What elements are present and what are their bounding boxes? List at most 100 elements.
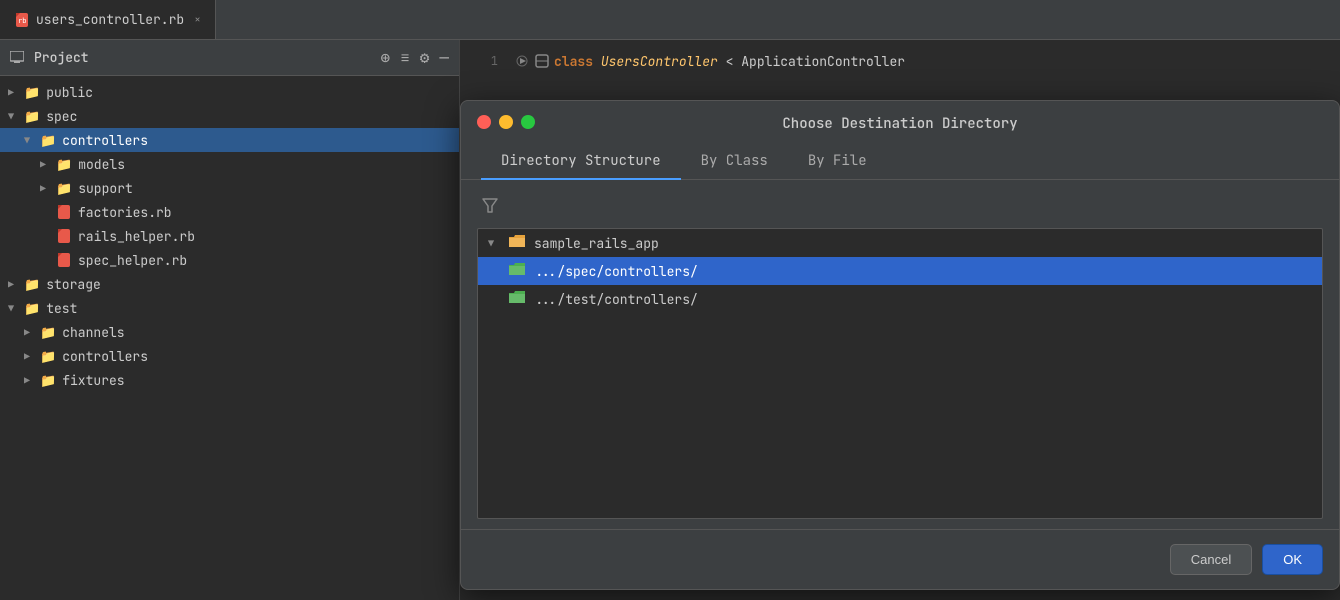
dialog-tree-item-spec-controllers[interactable]: .../spec/controllers/ [478, 257, 1322, 285]
folder-icon: 📁 [56, 180, 72, 197]
tree-item-factories[interactable]: factories.rb [0, 200, 459, 224]
file-tree: ▶ 📁 public ▼ 📁 spec ▼ 📁 controllers [0, 76, 459, 600]
sidebar: Project ⊕ ≡ ⚙ — ▶ 📁 public ▼ [0, 40, 460, 600]
choose-destination-dialog: Choose Destination Directory Directory S… [460, 100, 1340, 590]
folder-icon: 📁 [24, 300, 40, 317]
close-window-button[interactable] [477, 115, 491, 129]
code-line-1: 1 class UsersController < ApplicationCon… [460, 48, 1340, 74]
root-folder-label: sample_rails_app [534, 235, 659, 252]
tree-item-models[interactable]: ▶ 📁 models [0, 152, 459, 176]
sidebar-header: Project ⊕ ≡ ⚙ — [0, 40, 459, 76]
tree-item-label: rails_helper.rb [78, 228, 195, 245]
tree-item-storage[interactable]: ▶ 📁 storage [0, 272, 459, 296]
sidebar-title: Project [34, 49, 89, 66]
tree-item-label: models [78, 156, 125, 173]
arrow-icon: ▼ [8, 302, 24, 315]
tree-item-spec-helper[interactable]: spec_helper.rb [0, 248, 459, 272]
minimize-window-button[interactable] [499, 115, 513, 129]
ruby-icon [56, 204, 72, 220]
tree-item-rails-helper[interactable]: rails_helper.rb [0, 224, 459, 248]
folder-icon: 📁 [40, 132, 56, 149]
arrow-icon: ▶ [24, 326, 40, 339]
tree-item-label: support [78, 180, 133, 197]
tree-item-support[interactable]: ▶ 📁 support [0, 176, 459, 200]
breakpoint-icon [514, 53, 530, 69]
tree-item-label: spec_helper.rb [78, 252, 187, 269]
code-token: class UsersController < ApplicationContr… [554, 53, 905, 70]
sidebar-actions: ⊕ ≡ ⚙ — [381, 47, 450, 68]
tree-item-label: spec [46, 108, 77, 125]
tree-item-spec[interactable]: ▼ 📁 spec [0, 104, 459, 128]
sort-icon[interactable]: ≡ [400, 47, 410, 68]
arrow-icon: ▶ [8, 278, 24, 291]
arrow-icon: ▼ [24, 134, 40, 147]
tree-item-public[interactable]: ▶ 📁 public [0, 80, 459, 104]
tab-filename: users_controller.rb [36, 11, 184, 28]
spec-controllers-label: .../spec/controllers/ [534, 263, 698, 280]
folder-icon: 📁 [24, 276, 40, 293]
folder-icon [508, 290, 526, 308]
folder-icon: 📁 [40, 348, 56, 365]
editor-tab[interactable]: rb users_controller.rb × [0, 0, 216, 39]
arrow-icon: ▶ [24, 350, 40, 363]
arrow-icon: ▶ [40, 182, 56, 195]
green-folder-icon [508, 262, 526, 276]
dialog-title: Choose Destination Directory [782, 115, 1017, 133]
maximize-window-button[interactable] [521, 115, 535, 129]
tree-item-label: controllers [62, 132, 148, 149]
folder-icon: 📁 [24, 84, 40, 101]
tree-item-test[interactable]: ▼ 📁 test [0, 296, 459, 320]
tree-item-fixtures[interactable]: ▶ 📁 fixtures [0, 368, 459, 392]
tree-item-label: public [46, 84, 93, 101]
arrow-icon: ▶ [24, 374, 40, 387]
arrow-icon: ▼ [8, 110, 24, 123]
test-controllers-label: .../test/controllers/ [534, 291, 698, 308]
tree-item-label: storage [46, 276, 101, 293]
dialog-tree-item-root[interactable]: ▼ sample_rails_app [478, 229, 1322, 257]
tree-item-controllers[interactable]: ▼ 📁 controllers [0, 128, 459, 152]
green-folder-icon [508, 290, 526, 304]
line-number: 1 [468, 53, 498, 69]
arrow-icon: ▼ [488, 237, 504, 250]
tab-bar: rb users_controller.rb × [0, 0, 1340, 40]
add-icon[interactable]: ⊕ [381, 47, 391, 68]
folder-icon: 📁 [56, 156, 72, 173]
ruby-icon [56, 228, 72, 244]
tree-item-test-controllers[interactable]: ▶ 📁 controllers [0, 344, 459, 368]
folder-icon [508, 234, 526, 253]
tree-item-label: test [46, 300, 77, 317]
orange-folder-icon [508, 234, 526, 248]
ok-button[interactable]: OK [1262, 544, 1323, 575]
folder-icon: 📁 [24, 108, 40, 125]
folder-icon: 📁 [40, 324, 56, 341]
dialog-directory-tree: ▼ sample_rails_app [477, 228, 1323, 519]
ruby-file-icon: rb [14, 12, 30, 28]
folder-icon [508, 262, 526, 280]
dialog-footer: Cancel OK [461, 529, 1339, 589]
tree-item-channels[interactable]: ▶ 📁 channels [0, 320, 459, 344]
gear-icon[interactable]: ⚙ [420, 47, 430, 68]
traffic-lights [477, 115, 535, 129]
tab-close-button[interactable]: × [194, 13, 201, 27]
tree-item-label: controllers [62, 348, 148, 365]
tree-item-label: channels [62, 324, 124, 341]
minimize-icon[interactable]: — [439, 47, 449, 68]
filter-icon [481, 196, 499, 214]
tree-item-label: fixtures [62, 372, 124, 389]
tab-directory-structure[interactable]: Directory Structure [481, 144, 681, 180]
svg-text:rb: rb [18, 17, 26, 25]
ruby-icon [56, 252, 72, 268]
arrow-icon: ▶ [8, 86, 24, 99]
dialog-title-bar: Choose Destination Directory [461, 101, 1339, 133]
dialog-tree-item-test-controllers[interactable]: .../test/controllers/ [478, 285, 1322, 313]
dialog-tab-bar: Directory Structure By Class By File [461, 133, 1339, 180]
structure-icon [534, 53, 550, 69]
tree-item-label: factories.rb [78, 204, 172, 221]
folder-icon: 📁 [40, 372, 56, 389]
ide-window: rb users_controller.rb × Project ⊕ ≡ ⚙ [0, 0, 1340, 600]
tab-by-class[interactable]: By Class [681, 144, 788, 180]
filter-row [477, 190, 1323, 220]
monitor-icon [10, 51, 24, 65]
tab-by-file[interactable]: By File [788, 144, 887, 180]
cancel-button[interactable]: Cancel [1170, 544, 1252, 575]
